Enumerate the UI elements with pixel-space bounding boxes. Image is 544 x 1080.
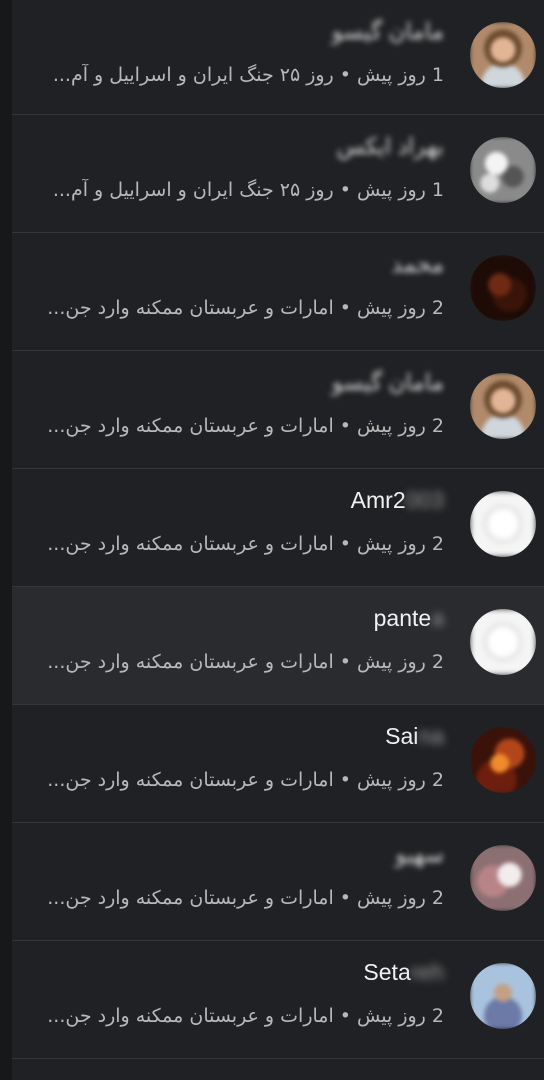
dark-photo-avatar — [470, 255, 536, 321]
separator-dot: • — [339, 651, 351, 673]
separator-dot: • — [339, 887, 351, 909]
contact-name: مامان گیسو — [331, 18, 444, 44]
separator-dot: • — [339, 533, 351, 555]
timestamp: 2 روز پیش — [357, 415, 444, 437]
message-preview: 2 روز پیش • امارات و عربستان ممکنه وارد … — [39, 1005, 444, 1027]
portrait-woman-avatar — [470, 373, 536, 439]
preview-text: امارات و عربستان ممکنه وارد جن... — [47, 533, 334, 555]
conversation-row[interactable]: مامان گیسو 1 روز پیش • روز ۲۵ جنگ ایران … — [12, 0, 544, 115]
contact-name: مامان گیسو — [331, 369, 444, 395]
separator-dot: • — [339, 415, 351, 437]
conversation-list: مامان گیسو 1 روز پیش • روز ۲۵ جنگ ایران … — [12, 0, 544, 1080]
preview-text: روز ۲۵ جنگ ایران و اسراییل و آم... — [52, 64, 334, 86]
contact-name: محمد — [391, 251, 444, 277]
contact-name: Saina — [385, 723, 444, 749]
message-preview: 1 روز پیش • روز ۲۵ جنگ ایران و اسراییل و… — [39, 179, 444, 201]
contact-name: Amr2003 — [350, 487, 444, 513]
conversation-row[interactable]: Amr2003 2 روز پیش • امارات و عربستان ممک… — [12, 469, 544, 587]
message-preview: 2 روز پیش • امارات و عربستان ممکنه وارد … — [39, 297, 444, 319]
conversation-row[interactable]: سهیو 2 روز پیش • امارات و عربستان ممکنه … — [12, 823, 544, 941]
contact-name: بهراد ایکس — [336, 133, 444, 159]
conversation-row[interactable]: Saina 2 روز پیش • امارات و عربستان ممکنه… — [12, 705, 544, 823]
preview-text: امارات و عربستان ممکنه وارد جن... — [47, 1005, 334, 1027]
left-rail — [0, 0, 12, 1080]
timestamp: 2 روز پیش — [357, 887, 444, 909]
conversation-row-selected[interactable]: pantea 2 روز پیش • امارات و عربستان ممکن… — [12, 587, 544, 705]
timestamp: 1 روز پیش — [357, 179, 444, 201]
conversation-row[interactable]: مامان گیسو 2 روز پیش • امارات و عربستان … — [12, 351, 544, 469]
timestamp: 2 روز پیش — [357, 533, 444, 555]
preview-text: امارات و عربستان ممکنه وارد جن... — [47, 297, 334, 319]
timestamp: 2 روز پیش — [357, 297, 444, 319]
contact-name: pantea — [373, 605, 444, 631]
timestamp: 1 روز پیش — [357, 64, 444, 86]
portrait-woman-avatar — [470, 22, 536, 88]
message-preview: 2 روز پیش • امارات و عربستان ممکنه وارد … — [39, 415, 444, 437]
preview-text: امارات و عربستان ممکنه وارد جن... — [47, 769, 334, 791]
timestamp: 2 روز پیش — [357, 651, 444, 673]
contact-name: Setareh — [363, 959, 444, 985]
message-preview: 1 روز پیش • روز ۲۵ جنگ ایران و اسراییل و… — [39, 64, 444, 86]
separator-dot: • — [339, 769, 351, 791]
preview-text: امارات و عربستان ممکنه وارد جن... — [47, 887, 334, 909]
white-blur-avatar — [470, 491, 536, 557]
message-preview: 2 روز پیش • امارات و عربستان ممکنه وارد … — [39, 769, 444, 791]
separator-dot: • — [339, 1005, 351, 1027]
sky-photo-avatar — [470, 963, 536, 1029]
message-preview: 2 روز پیش • امارات و عربستان ممکنه وارد … — [39, 533, 444, 555]
conversation-row[interactable]: محمد 2 روز پیش • امارات و عربستان ممکنه … — [12, 233, 544, 351]
conversation-row[interactable]: بهراد ایکس 1 روز پیش • روز ۲۵ جنگ ایران … — [12, 115, 544, 233]
fire-photo-avatar — [470, 727, 536, 793]
pink-photo-avatar — [470, 845, 536, 911]
separator-dot: • — [339, 179, 351, 201]
separator-dot: • — [339, 297, 351, 319]
separator-dot: • — [339, 64, 351, 86]
preview-text: روز ۲۵ جنگ ایران و اسراییل و آم... — [52, 179, 334, 201]
message-preview: 2 روز پیش • امارات و عربستان ممکنه وارد … — [39, 651, 444, 673]
conversation-row[interactable]: Setareh 2 روز پیش • امارات و عربستان ممک… — [12, 941, 544, 1059]
white-blur-avatar — [470, 609, 536, 675]
contact-name: سهیو — [395, 841, 444, 867]
timestamp: 2 روز پیش — [357, 1005, 444, 1027]
preview-text: امارات و عربستان ممکنه وارد جن... — [47, 651, 334, 673]
gray-photo-avatar — [470, 137, 536, 203]
message-preview: 2 روز پیش • امارات و عربستان ممکنه وارد … — [39, 887, 444, 909]
timestamp: 2 روز پیش — [357, 769, 444, 791]
preview-text: امارات و عربستان ممکنه وارد جن... — [47, 415, 334, 437]
